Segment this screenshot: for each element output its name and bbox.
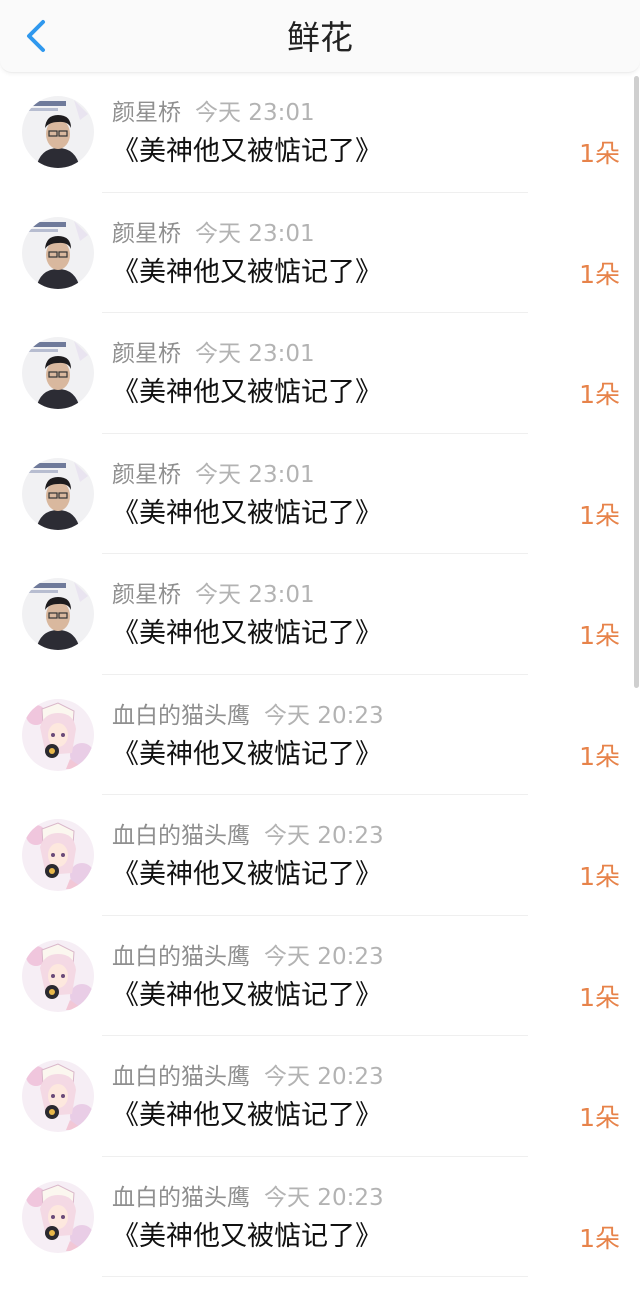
book-title[interactable]: 《美神他又被惦记了》 <box>112 857 382 893</box>
username[interactable]: 颜星桥 <box>112 462 181 488</box>
flower-count: 1朵 <box>579 380 620 409</box>
avatar[interactable] <box>22 96 94 168</box>
item-meta: 颜星桥 今天 23:01 <box>112 219 315 249</box>
book-title[interactable]: 《美神他又被惦记了》 <box>112 1098 382 1134</box>
flower-count: 1朵 <box>579 500 620 530</box>
book-title[interactable]: 《美神他又被惦记了》 <box>112 616 382 652</box>
username[interactable]: 颜星桥 <box>112 221 181 247</box>
item-meta: 颜星桥 今天 23:01 <box>112 98 315 128</box>
anime-avatar <box>22 698 94 771</box>
item-meta: 颜星桥 今天 23:01 <box>112 580 315 610</box>
list-item[interactable]: 颜星桥 今天 23:01 《美神他又被惦记了》 1朵 <box>0 554 640 675</box>
username[interactable]: 颜星桥 <box>112 582 181 608</box>
list-item[interactable]: 颜星桥 今天 23:01 《美神他又被惦记了》 1朵 <box>0 313 640 434</box>
anime-avatar <box>22 939 94 1012</box>
flower-count: 1朵 <box>579 741 620 771</box>
username[interactable]: 血白的猫头鹰 <box>112 1064 250 1090</box>
anime-avatar <box>22 1180 94 1253</box>
item-meta: 血白的猫头鹰 今天 20:23 <box>112 701 384 731</box>
username[interactable]: 血白的猫头鹰 <box>112 823 250 849</box>
book-title[interactable]: 《美神他又被惦记了》 <box>112 978 382 1014</box>
timestamp: 今天 20:23 <box>264 823 384 849</box>
item-meta: 颜星桥 今天 23:01 <box>112 339 315 369</box>
user-photo-avatar <box>22 337 94 409</box>
flower-count: 1朵 <box>579 982 620 1012</box>
avatar[interactable] <box>22 939 94 1012</box>
flower-count: 1朵 <box>579 862 620 891</box>
avatar[interactable] <box>22 1180 94 1253</box>
flower-count: 1朵 <box>579 259 620 289</box>
item-meta: 颜星桥 今天 23:01 <box>112 460 315 490</box>
item-meta: 血白的猫头鹰 今天 20:23 <box>112 1062 384 1092</box>
anime-avatar <box>22 1060 94 1132</box>
timestamp: 今天 23:01 <box>195 100 315 126</box>
item-meta: 血白的猫头鹰 今天 20:23 <box>112 942 384 972</box>
username[interactable]: 颜星桥 <box>112 341 181 367</box>
flower-count: 1朵 <box>579 1103 620 1132</box>
page-title: 鲜花 <box>287 18 353 57</box>
timestamp: 今天 23:01 <box>195 461 315 488</box>
flower-count: 1朵 <box>579 1223 620 1253</box>
timestamp: 今天 20:23 <box>264 1064 384 1090</box>
timestamp: 今天 23:01 <box>195 220 315 247</box>
username[interactable]: 血白的猫头鹰 <box>112 944 250 970</box>
avatar[interactable] <box>22 337 94 409</box>
list-item[interactable]: 颜星桥 今天 23:01 《美神他又被惦记了》 1朵 <box>0 193 640 313</box>
username[interactable]: 颜星桥 <box>112 100 181 126</box>
user-photo-avatar <box>22 578 94 650</box>
book-title[interactable]: 《美神他又被惦记了》 <box>112 134 382 170</box>
avatar[interactable] <box>22 1060 94 1132</box>
avatar[interactable] <box>22 819 94 891</box>
top-nav-bar: 鲜花 <box>0 0 640 73</box>
item-meta: 血白的猫头鹰 今天 20:23 <box>112 821 384 851</box>
avatar[interactable] <box>22 578 94 650</box>
book-title[interactable]: 《美神他又被惦记了》 <box>112 496 382 532</box>
book-title[interactable]: 《美神他又被惦记了》 <box>112 255 382 291</box>
user-photo-avatar <box>22 457 94 530</box>
anime-avatar <box>22 819 94 891</box>
timestamp: 今天 23:01 <box>195 341 315 367</box>
avatar[interactable] <box>22 457 94 530</box>
flower-record-list: 颜星桥 今天 23:01 《美神他又被惦记了》 1朵 颜星桥 今天 23:01 《美… <box>0 72 640 1277</box>
divider <box>102 1276 528 1277</box>
avatar[interactable] <box>22 216 94 289</box>
timestamp: 今天 20:23 <box>264 702 384 729</box>
book-title[interactable]: 《美神他又被惦记了》 <box>112 737 382 773</box>
timestamp: 今天 20:23 <box>264 1184 384 1211</box>
scrollbar[interactable] <box>634 76 639 688</box>
flower-count: 1朵 <box>579 621 620 650</box>
list-item[interactable]: 血白的猫头鹰 今天 20:23 《美神他又被惦记了》 1朵 <box>0 1036 640 1157</box>
username[interactable]: 血白的猫头鹰 <box>112 703 250 729</box>
item-meta: 血白的猫头鹰 今天 20:23 <box>112 1183 384 1213</box>
user-photo-avatar <box>22 96 94 168</box>
book-title[interactable]: 《美神他又被惦记了》 <box>112 1219 382 1255</box>
list-item[interactable]: 血白的猫头鹰 今天 20:23 《美神他又被惦记了》 1朵 <box>0 675 640 795</box>
list-item[interactable]: 血白的猫头鹰 今天 20:23 《美神他又被惦记了》 1朵 <box>0 916 640 1036</box>
user-photo-avatar <box>22 216 94 289</box>
timestamp: 今天 23:01 <box>195 582 315 608</box>
avatar[interactable] <box>22 698 94 771</box>
list-item[interactable]: 血白的猫头鹰 今天 20:23 《美神他又被惦记了》 1朵 <box>0 1157 640 1277</box>
list-item[interactable]: 血白的猫头鹰 今天 20:23 《美神他又被惦记了》 1朵 <box>0 795 640 916</box>
username[interactable]: 血白的猫头鹰 <box>112 1185 250 1211</box>
list-item[interactable]: 颜星桥 今天 23:01 《美神他又被惦记了》 1朵 <box>0 434 640 554</box>
book-title[interactable]: 《美神他又被惦记了》 <box>112 375 382 411</box>
timestamp: 今天 20:23 <box>264 943 384 970</box>
flower-count: 1朵 <box>579 139 620 168</box>
list-item[interactable]: 颜星桥 今天 23:01 《美神他又被惦记了》 1朵 <box>0 72 640 193</box>
